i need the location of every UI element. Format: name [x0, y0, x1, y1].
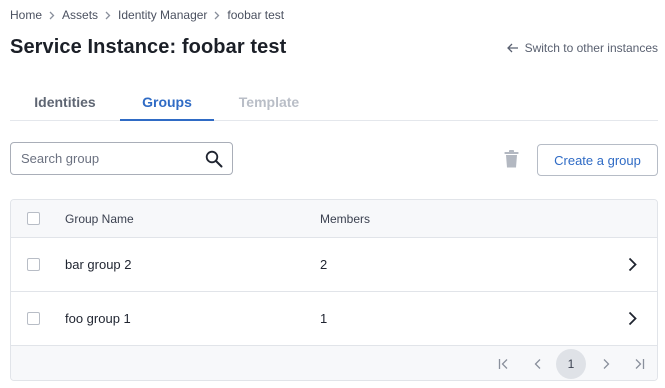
last-page-icon[interactable] — [628, 353, 650, 375]
chevron-right-icon — [105, 11, 111, 20]
search-input[interactable] — [21, 143, 201, 174]
row-checkbox[interactable] — [27, 258, 40, 271]
breadcrumb: Home Assets Identity Manager foobar test — [10, 8, 284, 22]
breadcrumb-assets[interactable]: Assets — [62, 8, 98, 22]
search-icon[interactable] — [205, 150, 223, 168]
group-name-cell: foo group 1 — [65, 311, 131, 326]
members-cell: 2 — [320, 257, 328, 272]
chevron-right-icon[interactable] — [628, 257, 637, 272]
tab-identities[interactable]: Identities — [10, 84, 120, 121]
row-checkbox[interactable] — [27, 312, 40, 325]
chevron-right-icon[interactable] — [628, 311, 637, 326]
column-header-group-name[interactable]: Group Name — [65, 212, 134, 226]
groups-table: Group Name Members bar group 2 2 foo gro… — [10, 199, 658, 381]
first-page-icon[interactable] — [493, 353, 515, 375]
tab-groups[interactable]: Groups — [120, 84, 214, 121]
breadcrumb-identity-manager[interactable]: Identity Manager — [118, 8, 207, 22]
next-page-icon[interactable] — [595, 353, 617, 375]
arrow-left-icon — [506, 43, 519, 53]
select-all-checkbox[interactable] — [27, 212, 40, 225]
pagination: 1 — [11, 346, 657, 380]
tab-bar: Identities Groups Template — [10, 84, 658, 121]
page-title: Service Instance: foobar test — [10, 36, 287, 58]
group-name-cell: bar group 2 — [65, 257, 132, 272]
search-box — [10, 142, 233, 175]
trash-icon[interactable] — [504, 150, 519, 168]
switch-instances-label: Switch to other instances — [524, 41, 658, 55]
breadcrumb-current: foobar test — [227, 8, 285, 22]
table-row[interactable]: foo group 1 1 — [11, 292, 657, 346]
members-cell: 1 — [320, 311, 328, 326]
tab-template: Template — [238, 94, 300, 110]
create-group-button[interactable]: Create a group — [537, 144, 658, 176]
page-number-button[interactable]: 1 — [556, 349, 586, 379]
column-header-members[interactable]: Members — [320, 212, 370, 226]
table-row[interactable]: bar group 2 2 — [11, 238, 657, 292]
previous-page-icon[interactable] — [527, 353, 549, 375]
switch-instances-link[interactable]: Switch to other instances — [506, 41, 658, 55]
chevron-right-icon — [214, 11, 220, 20]
chevron-right-icon — [49, 11, 55, 20]
table-header: Group Name Members — [11, 200, 657, 238]
breadcrumb-home[interactable]: Home — [10, 8, 42, 22]
